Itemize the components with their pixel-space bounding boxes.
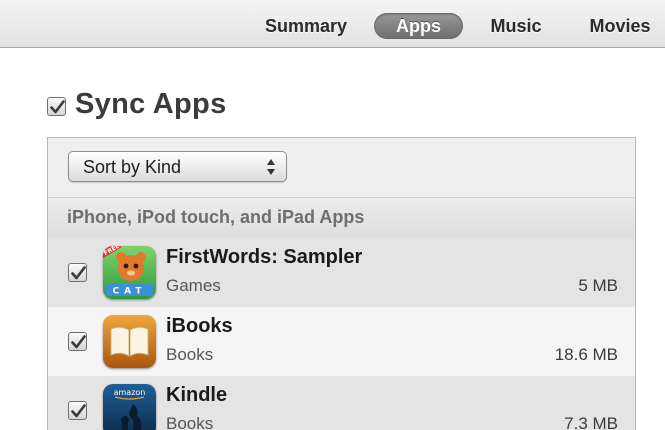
checkmark-icon xyxy=(71,335,86,349)
section-header: iPhone, iPod touch, and iPad Apps xyxy=(48,197,635,238)
firstwords-app-icon: FREE CAT xyxy=(103,246,156,299)
sort-dropdown-value: Sort by Kind xyxy=(83,157,182,177)
app-row[interactable]: amazon Kindle Books 7.3 MB xyxy=(48,376,635,430)
up-down-arrows-icon xyxy=(267,159,275,175)
tab-movies[interactable]: Movies xyxy=(583,13,657,39)
sync-apps-title: Sync Apps xyxy=(75,88,227,120)
app-name: Kindle xyxy=(166,384,228,406)
app-sync-checkbox[interactable] xyxy=(68,332,87,351)
svg-text:amazon: amazon xyxy=(114,388,146,397)
app-sync-checkbox[interactable] xyxy=(68,263,87,282)
tab-apps[interactable]: Apps xyxy=(374,13,463,39)
sort-dropdown[interactable]: Sort by Kind xyxy=(68,151,287,182)
app-size: 5 MB xyxy=(578,276,618,295)
app-size: 7.3 MB xyxy=(564,414,618,430)
app-row[interactable]: iBooks Books 18.6 MB xyxy=(48,307,635,376)
checkmark-icon xyxy=(50,100,65,114)
tab-music[interactable]: Music xyxy=(483,13,549,39)
app-category: Books xyxy=(166,414,214,430)
app-size: 18.6 MB xyxy=(554,345,618,364)
apps-panel: Sort by Kind iPhone, iPod touch, and iPa… xyxy=(47,137,636,430)
app-category: Books xyxy=(166,345,214,364)
app-row[interactable]: FREE CAT FirstWords: Sampler Games 5 MB xyxy=(48,238,635,307)
checkmark-icon xyxy=(71,266,86,280)
svg-text:CAT: CAT xyxy=(112,287,146,297)
checkmark-icon xyxy=(71,404,86,418)
sync-apps-checkbox[interactable] xyxy=(47,97,66,116)
kindle-app-icon: amazon xyxy=(103,384,156,430)
app-name: iBooks xyxy=(166,315,233,337)
section-title: iPhone, iPod touch, and iPad Apps xyxy=(67,207,365,227)
tab-summary[interactable]: Summary xyxy=(258,13,354,39)
app-sync-checkbox[interactable] xyxy=(68,401,87,420)
tab-bar: Summary Apps Music Movies xyxy=(0,0,665,48)
ibooks-app-icon xyxy=(103,315,156,368)
app-name: FirstWords: Sampler xyxy=(166,246,363,268)
app-category: Games xyxy=(166,276,221,295)
